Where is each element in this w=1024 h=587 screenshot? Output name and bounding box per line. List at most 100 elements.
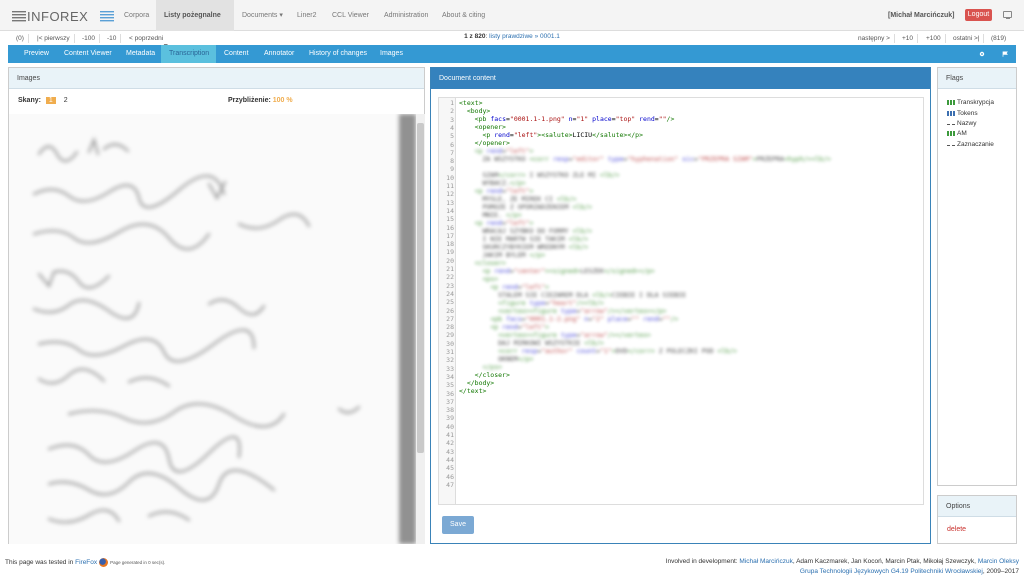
- nav-about-citing[interactable]: About & citing: [434, 0, 493, 31]
- tab-transcription[interactable]: Transcription: [161, 45, 216, 63]
- footer-tested-text: This page was tested in: [5, 559, 74, 567]
- footer-developers: , Adam Kaczmarek, Jan Kocoń, Marcin Ptak…: [792, 558, 976, 565]
- nav-listy-pozegnalne[interactable]: Listy pożegnalne ▾: [156, 0, 234, 50]
- scan-page-1[interactable]: 1: [45, 97, 56, 104]
- pager-next[interactable]: następny >: [854, 34, 895, 43]
- line-number: 21: [446, 265, 454, 273]
- flag-nazwy[interactable]: Nazwy: [947, 120, 977, 127]
- scan-page-2[interactable]: 2: [61, 97, 71, 104]
- line-number: 14: [446, 206, 454, 215]
- tab-content-viewer[interactable]: Content Viewer: [56, 45, 120, 63]
- logo-text: INFOREX: [27, 9, 88, 23]
- blue-bars-icon: [947, 110, 955, 116]
- developer-link-lead[interactable]: Michał Marcińczuk: [739, 558, 792, 565]
- green-bars-icon: [947, 130, 955, 136]
- line-number: 31: [446, 348, 454, 356]
- code-line: </body>: [466, 379, 495, 387]
- line-number: 2: [450, 107, 454, 116]
- logout-button[interactable]: Logout: [965, 9, 992, 21]
- line-number: 7: [450, 148, 454, 157]
- scans-label: Skany:: [18, 97, 41, 104]
- nav-administration[interactable]: Administration: [376, 0, 436, 31]
- nav-documents[interactable]: Documents ▾: [234, 0, 291, 31]
- line-number: 27: [446, 314, 454, 323]
- group-link[interactable]: Grupa Technologii Językowych G4.19 Polit…: [800, 568, 983, 575]
- images-panel-title: Images: [9, 68, 424, 89]
- flag-am[interactable]: AM: [947, 130, 967, 137]
- pager-plus-10[interactable]: +10: [898, 34, 919, 43]
- line-number: 32: [446, 356, 454, 365]
- dash-icon: [947, 124, 955, 126]
- inforex-logo[interactable]: INFOREX: [12, 9, 116, 23]
- line-number: 16: [446, 223, 454, 232]
- line-number: 18: [446, 240, 454, 249]
- monitor-icon[interactable]: [1003, 11, 1012, 19]
- line-number: 24: [446, 289, 454, 298]
- tab-content[interactable]: Content: [216, 45, 257, 63]
- tab-annotator[interactable]: Annotator: [256, 45, 302, 63]
- scan-image[interactable]: [9, 114, 416, 544]
- nav-liner2[interactable]: Liner2: [289, 0, 324, 31]
- pager-position: 1 z 820: [464, 33, 486, 40]
- line-number: 42: [446, 439, 454, 448]
- save-button[interactable]: Save: [442, 516, 474, 534]
- flag-zaznaczanie[interactable]: Zaznaczanie: [947, 141, 994, 148]
- scan-scrollbar[interactable]: [416, 114, 425, 544]
- code-line: <pb facs="0001.1-1.png" n="1" place="top…: [474, 115, 675, 123]
- xml-editor[interactable]: 1 2 3 4 5 6 7 8 9 10 11 12 13 14 15 16 17 18 19 20 21 22 23 24 2…: [438, 97, 924, 505]
- pager-last[interactable]: ostatni >|: [949, 34, 985, 43]
- line-number: 5: [450, 132, 454, 141]
- firefox-icon: [99, 558, 109, 567]
- line-number: 15: [446, 215, 454, 224]
- line-number: 11: [446, 182, 454, 190]
- line-number: 9: [450, 165, 454, 174]
- line-number: 35: [446, 381, 454, 390]
- line-number: 37: [446, 397, 454, 406]
- line-number: 44: [446, 455, 454, 464]
- flag-icon[interactable]: [1002, 51, 1008, 57]
- images-panel: Images Skany: 1 2 Przybliżenie: 100 %: [8, 67, 425, 544]
- line-number: 38: [446, 406, 454, 415]
- tab-metadata[interactable]: Metadata: [118, 45, 163, 63]
- dash-icon: [947, 145, 955, 147]
- tab-images[interactable]: Images: [372, 45, 411, 63]
- zoom-value: 100 %: [272, 97, 293, 104]
- code-line: <p rend="left"><salute>LICIU</salute></p…: [482, 131, 643, 139]
- line-number: 12: [446, 190, 454, 199]
- code-line: </opener>: [474, 139, 510, 147]
- document-pager: (0) |< pierwszy -100 -10 < poprzedni 1 z…: [0, 31, 1024, 45]
- code-line: </text>: [459, 387, 487, 395]
- line-number: 36: [446, 389, 454, 398]
- code-line: <opener>: [474, 123, 506, 131]
- line-number: 19: [446, 248, 454, 257]
- footer-involved-text: Involved in development:: [665, 558, 738, 565]
- gear-icon[interactable]: [979, 51, 985, 57]
- flag-transkrypcja[interactable]: Transkrypcja: [947, 99, 994, 106]
- firefox-link[interactable]: FireFox: [75, 559, 97, 566]
- pager-plus-100[interactable]: +100: [922, 34, 946, 43]
- pager-doc-link[interactable]: listy prawdziwe » 0001.1: [489, 33, 560, 40]
- line-number: 20: [446, 256, 454, 265]
- line-number: 33: [446, 364, 454, 373]
- nav-ccl-viewer[interactable]: CCL Viewer: [324, 0, 377, 31]
- tab-preview[interactable]: Preview: [16, 45, 57, 63]
- line-number: 3: [450, 115, 454, 124]
- developer-link-last[interactable]: Marcin Oleksy: [978, 558, 1019, 565]
- scan-scroll-thumb[interactable]: [417, 123, 424, 453]
- tab-history-of-changes[interactable]: History of changes: [301, 45, 375, 63]
- flag-label: Zaznaczanie: [957, 141, 994, 148]
- line-number: 22: [446, 273, 454, 282]
- line-number: 40: [446, 422, 454, 431]
- line-number: 8: [450, 157, 454, 166]
- document-content-title: Document content: [431, 68, 930, 89]
- line-number: 17: [446, 231, 454, 240]
- line-number: 13: [446, 198, 454, 207]
- nav-corpora[interactable]: Corpora: [116, 0, 157, 31]
- code-line: <body>: [466, 107, 491, 115]
- zoom-label: Przybliżenie:: [228, 97, 271, 104]
- page-generated-text: Page generated in 0 sec(s).: [110, 560, 166, 566]
- flag-tokens[interactable]: Tokens: [947, 110, 978, 117]
- flag-label: Nazwy: [957, 120, 977, 127]
- line-number: 39: [446, 414, 454, 423]
- delete-link[interactable]: delete: [947, 526, 966, 533]
